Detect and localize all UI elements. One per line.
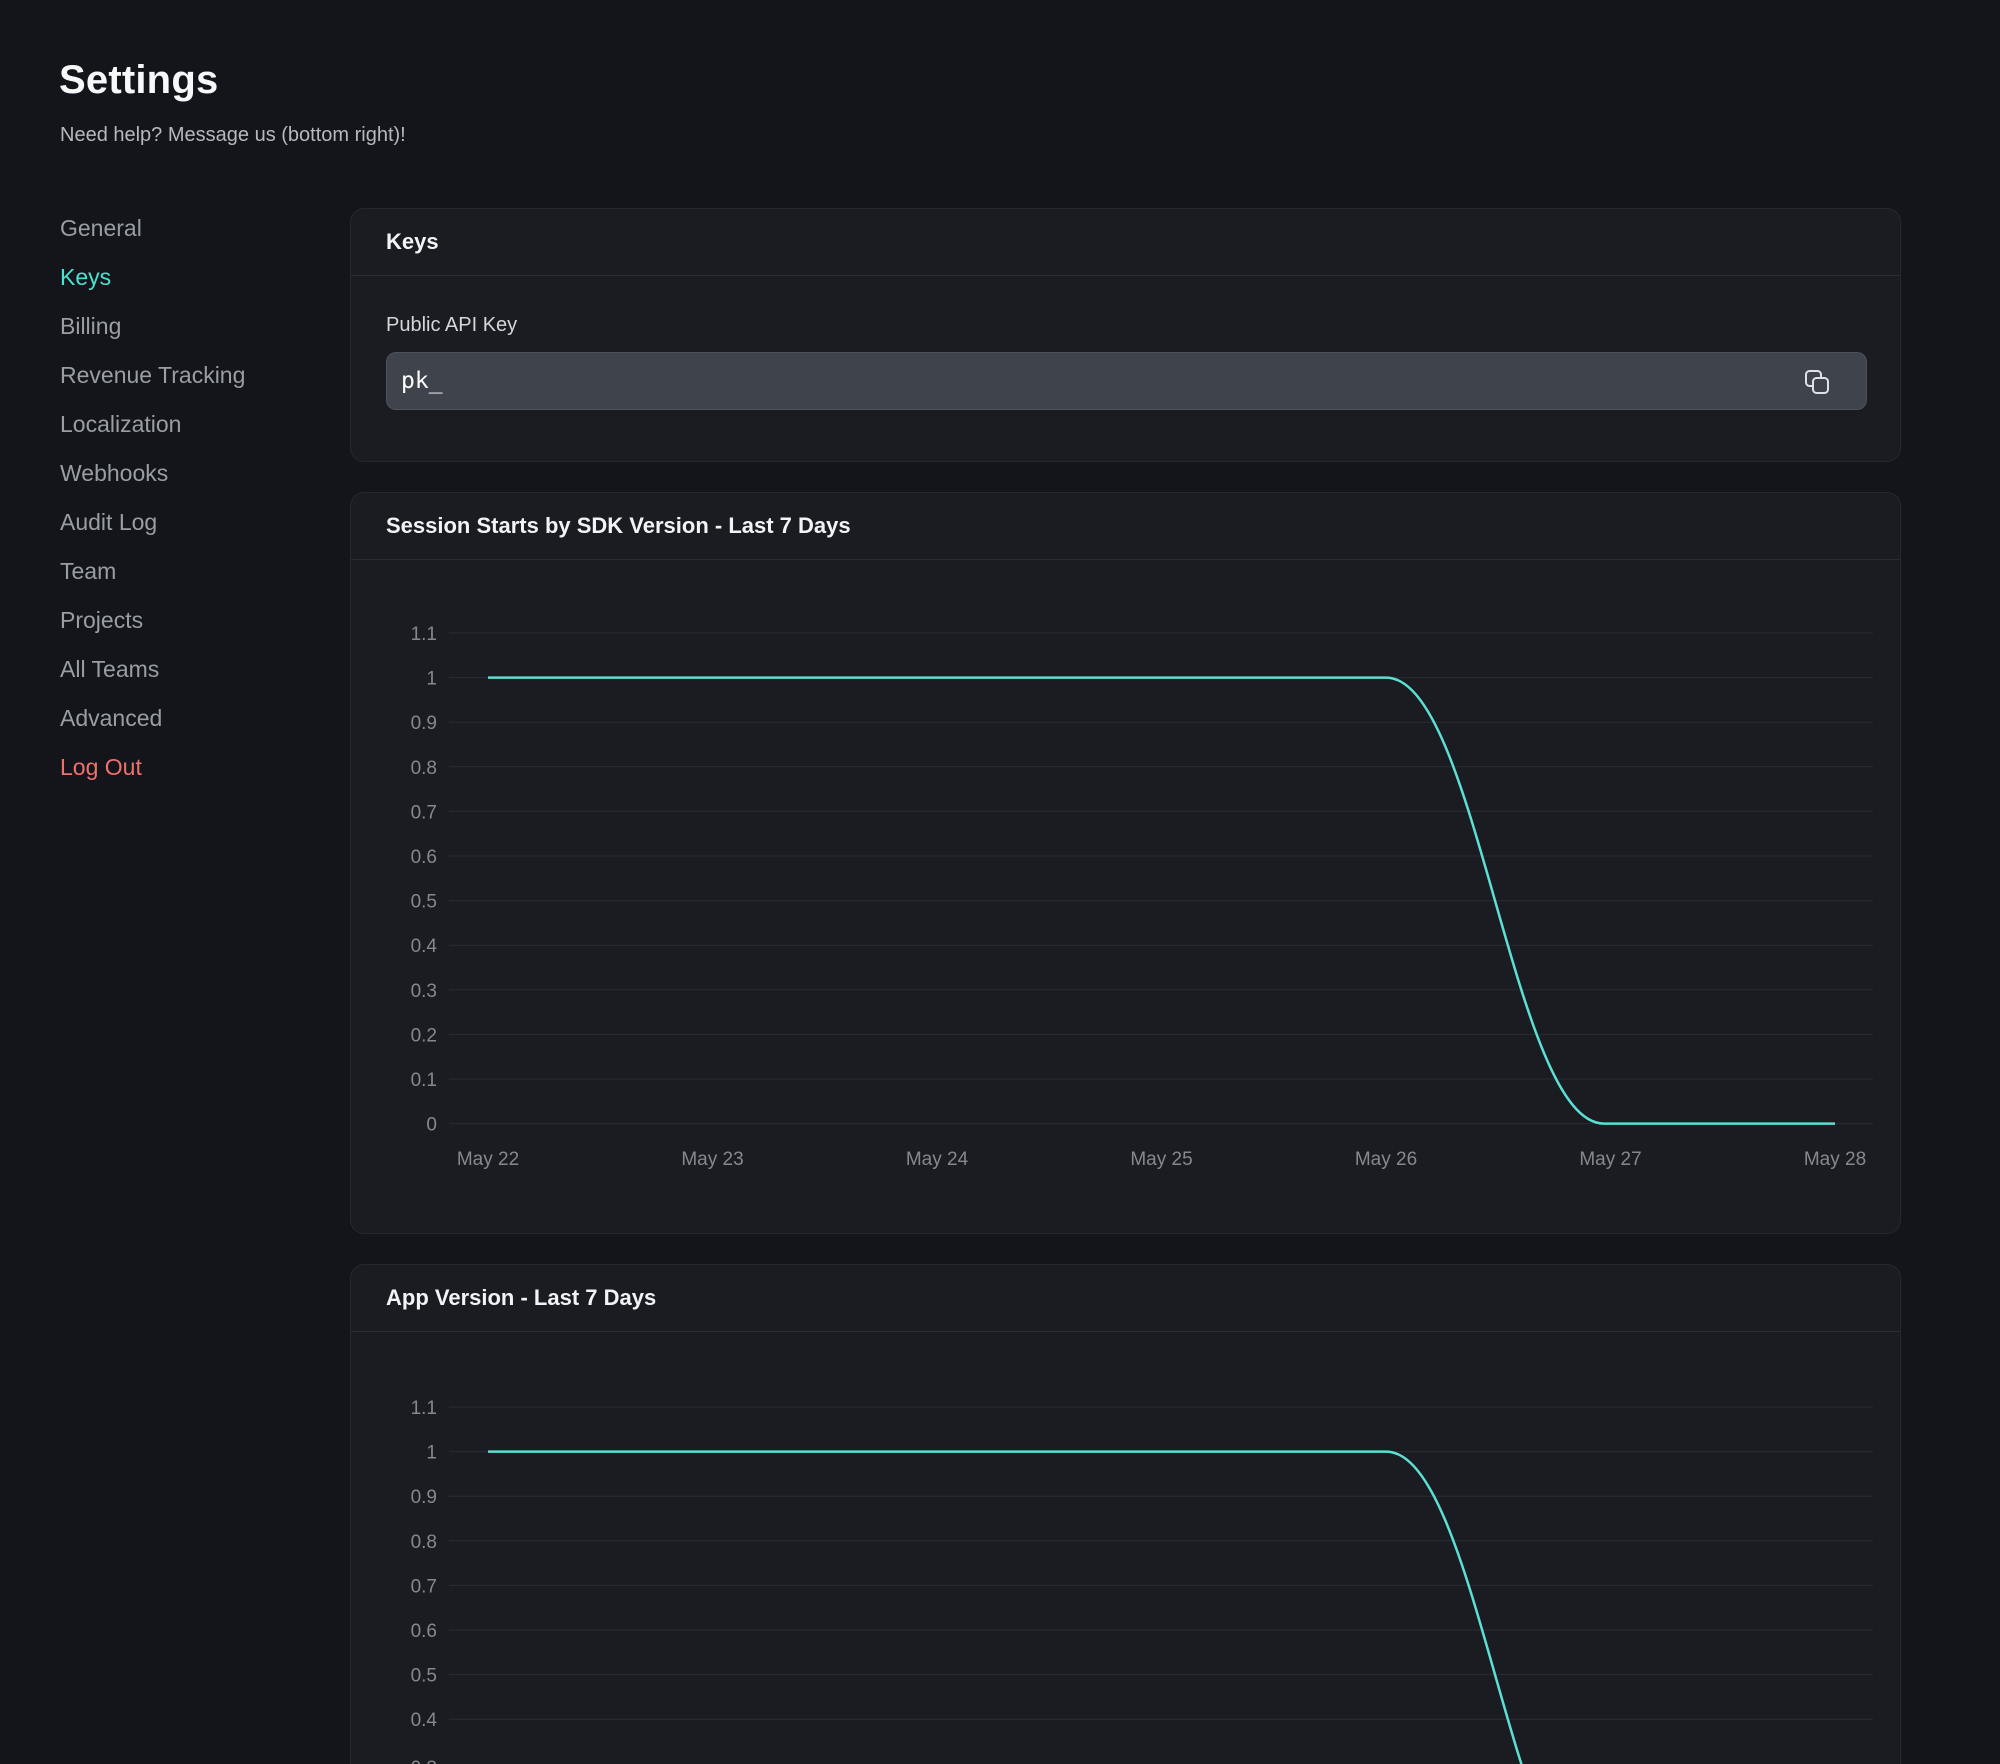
sidebar-item-billing[interactable]: Billing: [60, 302, 310, 351]
y-tick-label: 1.1: [411, 1398, 437, 1419]
y-tick-label: 0.7: [411, 802, 437, 823]
app-chart-title: App Version - Last 7 Days: [351, 1265, 1900, 1332]
public-api-key-field[interactable]: pk_: [386, 352, 1867, 410]
y-tick-label: 0.8: [411, 1532, 437, 1553]
app-version-chart-card: App Version - Last 7 Days 1.1 1 0.9: [350, 1264, 1901, 1764]
x-tick-label: May 28: [1804, 1149, 1866, 1170]
y-tick-label: 0.9: [411, 713, 437, 734]
content-column: Keys Public API Key pk_ Session Starts b…: [350, 208, 1901, 1764]
copy-icon[interactable]: [1804, 369, 1830, 395]
x-tick-label: May 26: [1355, 1149, 1417, 1170]
x-tick-label: May 23: [681, 1149, 743, 1170]
copy-icon-glyph: [1804, 369, 1830, 395]
app-chart-y-axis: 1.1 1 0.9 0.8 0.7 0.6 0.5 0.4 0.3: [411, 1398, 438, 1764]
sidebar-item-team[interactable]: Team: [60, 547, 310, 596]
public-api-key-label: Public API Key: [386, 314, 1865, 337]
y-tick-label: 0.6: [411, 847, 437, 868]
sdk-chart-gridlines: [449, 633, 1873, 1124]
y-tick-label: 0.8: [411, 758, 437, 779]
sdk-version-chart: 1.1 1 0.9 0.8 0.7 0.6 0.5 0.4 0.3 0.2 0.…: [351, 560, 1900, 1234]
public-api-key-value: pk_: [401, 368, 443, 394]
y-tick-label: 0.9: [411, 1487, 437, 1508]
y-tick-label: 0.1: [411, 1070, 437, 1091]
app-chart-gridlines: [449, 1407, 1873, 1764]
sdk-chart-x-axis: May 22 May 23 May 24 May 25 May 26 May 2…: [457, 1149, 1866, 1170]
page-subtitle: Need help? Message us (bottom right)!: [60, 124, 406, 147]
app-version-chart: 1.1 1 0.9 0.8 0.7 0.6 0.5 0.4 0.3: [351, 1332, 1900, 1764]
x-tick-label: May 22: [457, 1149, 519, 1170]
app-version-series-line: [488, 1452, 1604, 1764]
sidebar-item-revenue-tracking[interactable]: Revenue Tracking: [60, 351, 310, 400]
y-tick-label: 0.2: [411, 1025, 437, 1046]
x-tick-label: May 24: [906, 1149, 969, 1170]
page-title: Settings: [59, 58, 218, 103]
sidebar-item-projects[interactable]: Projects: [60, 596, 310, 645]
sdk-version-chart-card: Session Starts by SDK Version - Last 7 D…: [350, 492, 1901, 1234]
x-tick-label: May 25: [1130, 1149, 1192, 1170]
keys-card: Keys Public API Key pk_: [350, 208, 1901, 462]
y-tick-label: 1: [426, 669, 437, 690]
sidebar-item-all-teams[interactable]: All Teams: [60, 645, 310, 694]
x-tick-label: May 27: [1579, 1149, 1641, 1170]
y-tick-label: 0.3: [411, 1758, 437, 1764]
sidebar-item-log-out[interactable]: Log Out: [60, 743, 310, 792]
sidebar-item-audit-log[interactable]: Audit Log: [60, 498, 310, 547]
settings-page: Settings Need help? Message us (bottom r…: [0, 0, 2000, 1764]
sidebar-item-general[interactable]: General: [60, 204, 310, 253]
sidebar-item-localization[interactable]: Localization: [60, 400, 310, 449]
keys-card-title: Keys: [351, 209, 1900, 276]
y-tick-label: 0.5: [411, 1666, 437, 1687]
y-tick-label: 0.4: [411, 1710, 438, 1731]
y-tick-label: 1.1: [411, 624, 437, 645]
sidebar-item-advanced[interactable]: Advanced: [60, 694, 310, 743]
sdk-chart-y-axis: 1.1 1 0.9 0.8 0.7 0.6 0.5 0.4 0.3 0.2 0.…: [411, 624, 438, 1136]
y-tick-label: 1: [426, 1443, 437, 1464]
y-tick-label: 0.7: [411, 1576, 437, 1597]
sdk-chart-title: Session Starts by SDK Version - Last 7 D…: [351, 493, 1900, 560]
sidebar-item-keys[interactable]: Keys: [60, 253, 310, 302]
y-tick-label: 0.5: [411, 892, 437, 913]
y-tick-label: 0.3: [411, 981, 437, 1002]
y-tick-label: 0.6: [411, 1621, 437, 1642]
keys-card-body: Public API Key pk_: [351, 276, 1900, 410]
y-tick-label: 0: [426, 1115, 437, 1136]
sidebar: General Keys Billing Revenue Tracking Lo…: [60, 204, 310, 792]
y-tick-label: 0.4: [411, 936, 438, 957]
sidebar-item-webhooks[interactable]: Webhooks: [60, 449, 310, 498]
